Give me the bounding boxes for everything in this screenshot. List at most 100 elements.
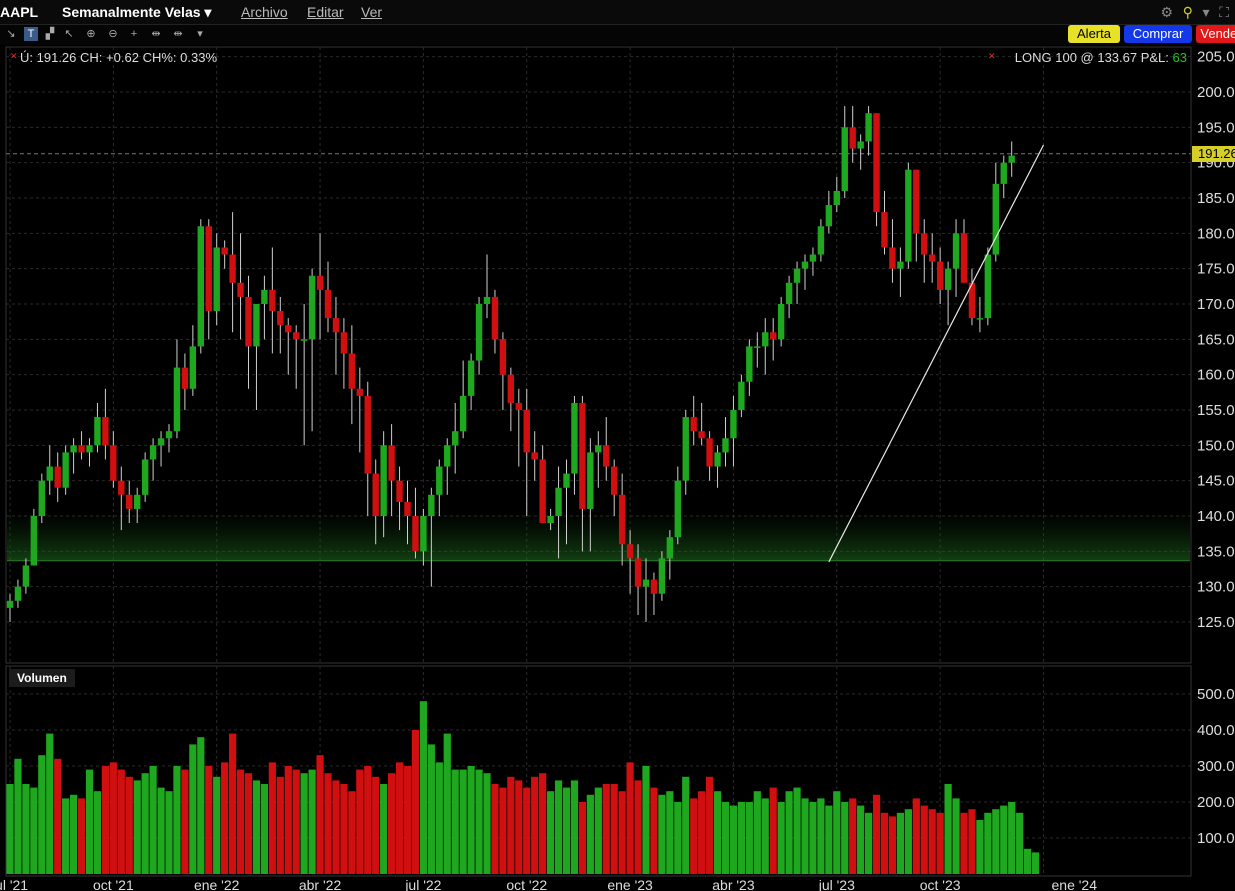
position-pnl: 63 (1172, 50, 1187, 65)
candle-body (714, 452, 721, 467)
candle-body (603, 445, 610, 467)
volume-bar (93, 791, 102, 874)
price-tick-label: 195.0 (1197, 119, 1235, 136)
volume-bar (801, 798, 809, 874)
time-tick-label: abr '22 (299, 877, 342, 891)
volume-bar (523, 787, 531, 874)
volume-bar (109, 762, 117, 874)
candle-body (674, 480, 681, 538)
volume-bar (324, 773, 332, 874)
candle-body (563, 473, 570, 488)
quote-info: Ú: 191.26 CH: +0.62 CH%: 0.33% (20, 50, 217, 65)
candle-body (285, 325, 292, 333)
candle-body (181, 367, 189, 389)
price-tick-label: 160.0 (1197, 367, 1235, 384)
candle-body (14, 586, 22, 601)
candle-body (46, 466, 53, 481)
volume-bar (101, 766, 109, 874)
volume-bar (292, 769, 300, 874)
volume-bar (936, 812, 944, 874)
time-axis: jul '21 oct '21 ene '22 abr '22 jul '22 oct '… (0, 877, 1097, 891)
last-price: 191.26 (36, 50, 77, 65)
volume-bar (435, 762, 443, 874)
candle-body (364, 395, 371, 474)
volume-bar (976, 820, 984, 874)
volume-bar (364, 766, 372, 874)
candle-body (499, 339, 507, 375)
candle-body (118, 480, 125, 495)
trendline[interactable] (828, 144, 1045, 563)
candle-body (571, 402, 578, 474)
volume-bar (817, 798, 825, 874)
candle-body (452, 431, 459, 446)
volume-bar (944, 784, 952, 874)
candle-body (785, 282, 793, 304)
volume-bar (618, 791, 626, 874)
volume-bar (952, 798, 960, 874)
candle-body (762, 332, 769, 347)
volume-bar (602, 784, 610, 874)
candle-body (960, 233, 968, 283)
price-tick-label: 205.0 (1197, 49, 1235, 66)
volume-bar (626, 762, 634, 874)
candle-body (388, 445, 395, 481)
candle-body (873, 113, 880, 213)
volume-bar (388, 773, 396, 874)
candle-body (38, 480, 45, 516)
candle-body (356, 388, 363, 396)
volume-bar (531, 776, 539, 874)
volume-bar (419, 701, 427, 874)
volume-bar (729, 805, 738, 874)
candle-body (825, 205, 833, 227)
price-tick-label: 135.0 (1197, 543, 1235, 560)
volume-bar (348, 791, 356, 874)
volume-tick-label: 500.0 (1197, 686, 1235, 703)
volume-bar (189, 744, 197, 874)
candle-body (491, 296, 499, 340)
volume-bar (984, 812, 992, 874)
price-tick-label: 150.0 (1197, 437, 1235, 454)
trendline-line[interactable] (828, 144, 1045, 563)
volume-bar (229, 733, 237, 874)
volume-bar (173, 766, 181, 874)
change-value: +0.62 (106, 50, 139, 65)
volume-bar (403, 766, 412, 874)
candle-body (682, 417, 689, 481)
candle-body (555, 487, 562, 516)
candle-body (94, 417, 101, 446)
volume-bar (395, 762, 404, 874)
candle-body (1008, 155, 1015, 163)
volume-bar (6, 784, 14, 874)
candle-body (531, 452, 538, 460)
candle-body (197, 226, 204, 347)
candle-body (173, 367, 181, 432)
last-price-tag: 191.26 (1192, 146, 1235, 162)
change-pct-label: CH%: (142, 50, 177, 65)
volume-bar (443, 733, 451, 874)
volume-bar (372, 776, 380, 874)
volume-bar (745, 802, 753, 874)
volume-bar (865, 812, 873, 874)
price-chart[interactable]: 125.0 130.0 135.0 140.0 145.0 150.0 155.0 160.0… (0, 0, 1235, 891)
volume-bar (896, 812, 904, 874)
time-tick-label: oct '23 (920, 877, 961, 891)
candle-body (237, 282, 244, 297)
volume-bar (658, 794, 666, 874)
volume-bar (62, 798, 70, 874)
price-tick-label: 140.0 (1197, 508, 1235, 525)
candle-body (944, 268, 952, 290)
price-tick-label: 170.0 (1197, 296, 1235, 313)
candle-body (483, 296, 491, 304)
volume-bar (928, 809, 936, 874)
candle-body (78, 445, 85, 453)
position-close-icon[interactable]: ✕ (988, 51, 996, 62)
candle-body (905, 169, 912, 262)
change-label: CH: (80, 50, 103, 65)
close-icon[interactable]: ✕ (10, 51, 18, 62)
candle-body (793, 268, 801, 283)
candle-body (507, 374, 515, 403)
candle-body (929, 254, 936, 262)
candle-body (126, 494, 133, 509)
candle-body (70, 445, 77, 453)
candle-body (396, 480, 403, 502)
